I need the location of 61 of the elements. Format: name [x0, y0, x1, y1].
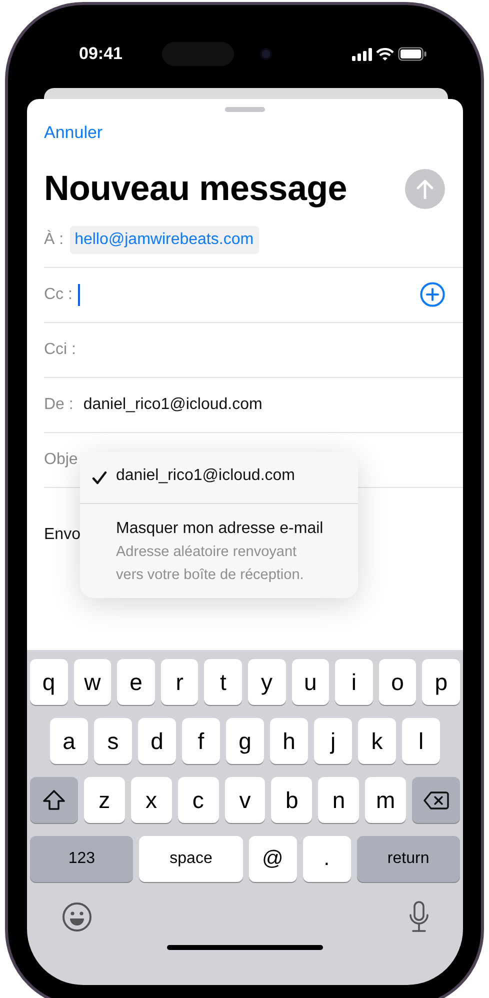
letter-key[interactable]: v: [224, 777, 266, 823]
letter-key[interactable]: s: [94, 718, 132, 764]
field-label: Cc :: [44, 284, 72, 304]
letter-key[interactable]: i: [335, 659, 373, 705]
letter-key[interactable]: r: [160, 659, 198, 705]
recipient-token[interactable]: hello@jamwirebeats.com: [70, 226, 259, 254]
field-value[interactable]: daniel_rico1@icloud.com: [83, 392, 262, 416]
letter-key[interactable]: t: [204, 659, 242, 705]
shift-key[interactable]: [30, 777, 78, 823]
checkmark-icon: [92, 471, 107, 486]
symbol-key[interactable]: .: [302, 836, 351, 882]
emoji-icon[interactable]: [62, 902, 92, 932]
function-key[interactable]: 123: [30, 836, 134, 882]
option-description: Adresse aléatoire renvoyant vers votre boîte de réception.: [116, 543, 305, 585]
letter-key[interactable]: y: [248, 659, 286, 705]
letter-key[interactable]: f: [182, 718, 220, 764]
option-title: Masquer mon adresse e-mail: [116, 519, 324, 539]
menu-option[interactable]: Masquer mon adresse e-mail Adresse aléatoire renvoyant vers votre boîte de réception.: [80, 503, 358, 598]
option-title: daniel_rico1@icloud.com: [116, 466, 295, 486]
message-body-text: Envo: [44, 524, 80, 544]
letter-key[interactable]: k: [358, 718, 396, 764]
letter-key[interactable]: a: [50, 718, 88, 764]
letter-key[interactable]: m: [365, 777, 406, 823]
letter-key[interactable]: n: [318, 777, 360, 823]
signal-icon: [352, 48, 372, 60]
letter-key[interactable]: o: [378, 659, 416, 705]
letter-key[interactable]: g: [226, 718, 264, 764]
shift-arrow-icon[interactable]: [42, 789, 66, 811]
letter-key[interactable]: p: [422, 659, 460, 705]
menu-option[interactable]: daniel_rico1@icloud.com: [80, 452, 358, 503]
space-key[interactable]: space: [139, 836, 243, 882]
letter-key[interactable]: q: [30, 659, 68, 705]
letter-key[interactable]: u: [292, 659, 330, 705]
letter-key[interactable]: c: [178, 777, 219, 823]
letter-key[interactable]: d: [138, 718, 176, 764]
letter-key[interactable]: w: [74, 659, 112, 705]
camera-lens: [260, 48, 272, 60]
delete-key[interactable]: [412, 777, 460, 823]
wifi-icon: [376, 48, 394, 60]
up-arrow-icon: [416, 178, 434, 198]
letter-key[interactable]: j: [314, 718, 352, 764]
status-time: 09:41: [79, 43, 122, 66]
function-key[interactable]: return: [356, 836, 460, 882]
add-contact-button[interactable]: [420, 282, 445, 307]
letter-key[interactable]: z: [84, 777, 125, 823]
letter-key[interactable]: l: [402, 718, 440, 764]
letter-key[interactable]: e: [117, 659, 155, 705]
field-label: Obje: [44, 450, 78, 470]
letter-key[interactable]: b: [271, 777, 312, 823]
letter-key[interactable]: x: [130, 777, 172, 823]
field-label: Cci :: [44, 340, 76, 360]
field-label: De :: [44, 394, 74, 414]
cancel-button[interactable]: Annuler: [44, 120, 103, 146]
symbol-key[interactable]: @: [248, 836, 297, 882]
microphone-icon[interactable]: [408, 901, 430, 933]
battery-icon: [398, 47, 427, 61]
compose-title: Nouveau message: [44, 168, 347, 210]
text-cursor: [78, 284, 80, 306]
letter-key[interactable]: h: [270, 718, 308, 764]
field-label: À :: [44, 229, 64, 250]
backspace-icon[interactable]: [423, 790, 450, 810]
